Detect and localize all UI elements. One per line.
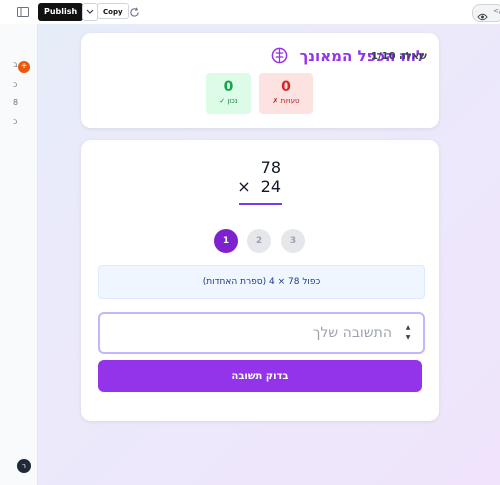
step-2[interactable]: 2 bbox=[247, 229, 271, 253]
stepper-down-icon[interactable]: ▼ bbox=[403, 333, 413, 343]
correct-count: 0 bbox=[223, 79, 234, 95]
answer-input[interactable] bbox=[130, 318, 394, 348]
rail-item[interactable]: ב bbox=[13, 60, 18, 69]
refresh-icon[interactable] bbox=[126, 4, 142, 20]
view-toggle[interactable]: </ bbox=[472, 4, 500, 22]
code-view-label: </ bbox=[493, 7, 500, 15]
app-canvas: לוח הכפל המאונך שאלה 1/10 0 טעויות ✗ 0 נ… bbox=[38, 24, 500, 485]
result-divider bbox=[239, 203, 282, 205]
sidebar-toggle-icon[interactable] bbox=[15, 4, 31, 20]
stepper-up-icon[interactable]: ▲ bbox=[403, 323, 413, 333]
publish-button[interactable]: Publish bbox=[38, 3, 84, 21]
number-stepper[interactable]: ▲ ▼ bbox=[403, 323, 413, 343]
question-counter: שאלה 1/10 bbox=[371, 51, 427, 62]
rail-item[interactable]: כ bbox=[13, 80, 17, 89]
multiplicand: 78 bbox=[260, 158, 281, 177]
copy-button[interactable]: Copy bbox=[97, 3, 129, 19]
chevron-down-icon[interactable] bbox=[82, 3, 98, 21]
rail-item[interactable]: כ bbox=[13, 117, 17, 126]
step-1[interactable]: 1 bbox=[214, 229, 238, 253]
rail-item[interactable]: 8 bbox=[13, 98, 18, 107]
problem-card: 78 × 24 1 2 3 כפול 78 × 4 (ספרת האחדות) … bbox=[81, 140, 439, 421]
wrong-count: 0 bbox=[281, 79, 291, 95]
header-card: לוח הכפל המאונך שאלה 1/10 0 טעויות ✗ 0 נ… bbox=[81, 33, 439, 128]
multiplication-problem: 78 × 24 bbox=[231, 158, 291, 196]
correct-count-badge: 0 נכון ✓ bbox=[206, 73, 251, 114]
add-button[interactable]: + bbox=[18, 61, 30, 73]
top-toolbar: Publish Copy </ bbox=[0, 0, 500, 25]
brain-icon bbox=[271, 47, 288, 68]
answer-field[interactable]: ▲ ▼ bbox=[98, 312, 425, 354]
multiply-operator: × bbox=[237, 177, 251, 196]
multiplier: 24 bbox=[260, 177, 281, 196]
left-rail: + ב כ 8 כ ר bbox=[0, 24, 38, 485]
wrong-count-badge: 0 טעויות ✗ bbox=[259, 73, 313, 114]
correct-label: נכון ✓ bbox=[219, 97, 238, 105]
hint-box: כפול 78 × 4 (ספרת האחדות) bbox=[98, 265, 425, 299]
check-answer-button[interactable]: בדוק תשובה bbox=[98, 360, 422, 392]
avatar[interactable]: ר bbox=[17, 459, 31, 473]
wrong-label: טעויות ✗ bbox=[272, 97, 300, 105]
step-3[interactable]: 3 bbox=[281, 229, 305, 253]
